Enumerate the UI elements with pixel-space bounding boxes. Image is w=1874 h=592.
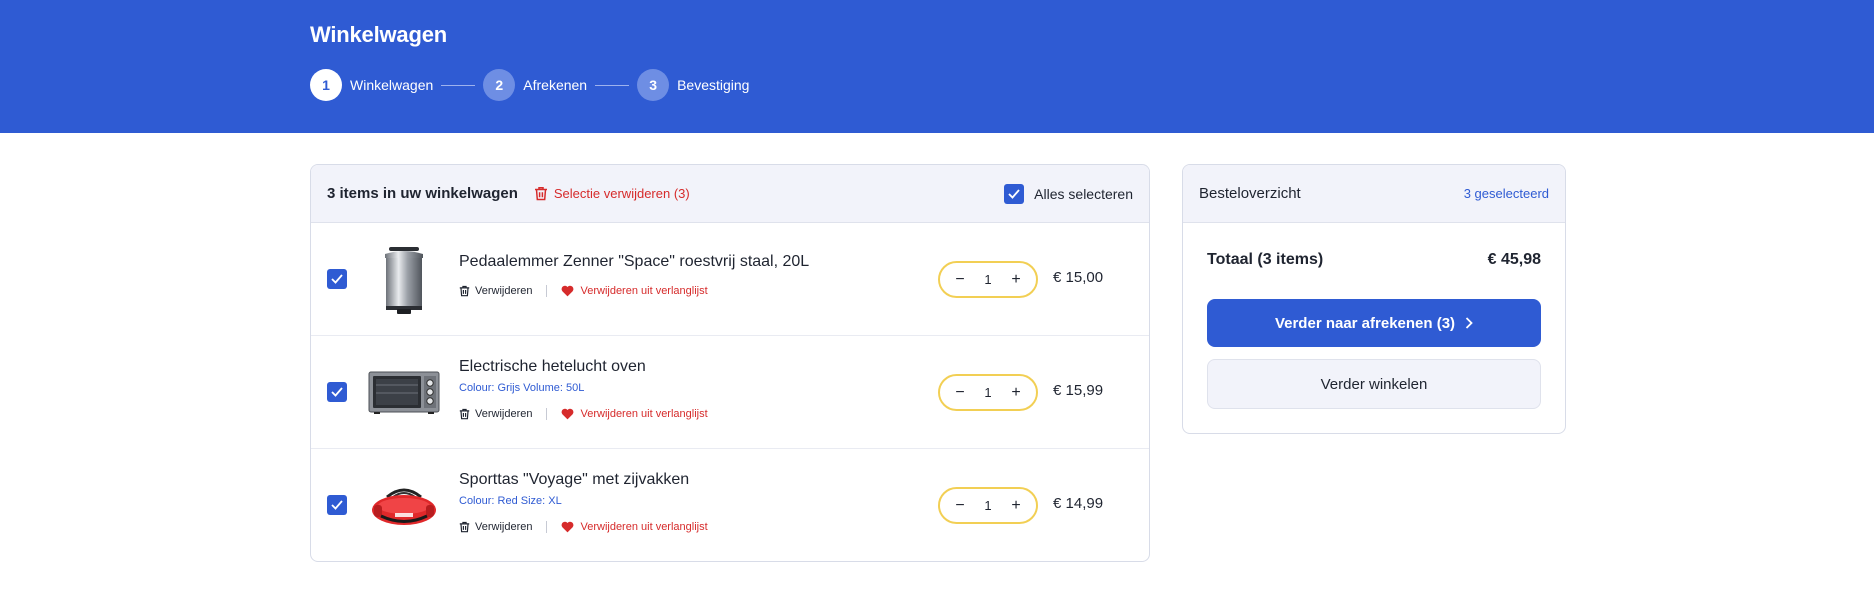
trash-icon [534, 187, 547, 201]
total-value: € 45,98 [1487, 251, 1541, 268]
heart-icon [562, 521, 574, 533]
item-actions: Verwijderen Verwijderen uit verlanglijst [459, 408, 708, 420]
cart-header: 3 items in uw winkelwagen Selectie verwi… [311, 165, 1149, 223]
checkmark-icon [1008, 188, 1020, 199]
item-variant: Colour: Grijs Volume: 50L [459, 382, 585, 394]
increase-quantity-button[interactable]: + [1006, 383, 1026, 403]
continue-shopping-button[interactable]: Verder winkelen [1207, 359, 1541, 409]
remove-selection-label: Selectie verwijderen (3) [553, 186, 690, 201]
item-variant: Colour: Red Size: XL [459, 495, 562, 507]
remove-item-label: Verwijderen [475, 285, 533, 297]
step-winkelwagen: 1 Winkelwagen [310, 69, 433, 101]
item-checkbox[interactable] [327, 382, 347, 402]
cart-count: 3 items in uw winkelwagen [327, 185, 518, 202]
wishlist-label: Verwijderen uit verlanglijst [580, 285, 708, 297]
total-row: Totaal (3 items) € 45,98 [1207, 251, 1541, 269]
action-divider [546, 285, 548, 297]
trash-icon [459, 521, 470, 533]
checkout-button-label: Verder naar afrekenen (3) [1274, 314, 1456, 332]
decrease-quantity-button[interactable]: − [950, 270, 970, 290]
wishlist-label: Verwijderen uit verlanglijst [580, 521, 708, 533]
wishlist-label: Verwijderen uit verlanglijst [580, 408, 708, 420]
checkout-steps: 1 Winkelwagen 2 Afrekenen 3 Bevestiging [310, 69, 749, 101]
step-bevestiging: 3 Bevestiging [637, 69, 749, 101]
item-actions: Verwijderen Verwijderen uit verlanglijst [459, 285, 708, 297]
step-number-1: 1 [310, 69, 342, 101]
cart-item: Electrische hetelucht oven Colour: Grijs… [311, 336, 1149, 449]
item-price: € 15,00 [1053, 269, 1104, 286]
item-name[interactable]: Electrische hetelucht oven [459, 358, 646, 376]
cart-item: Sporttas "Voyage" met zijvakken Colour: … [311, 449, 1149, 561]
checkout-button[interactable]: Verder naar afrekenen (3) [1207, 299, 1541, 347]
checkmark-icon [331, 387, 343, 397]
step-connector [441, 84, 476, 86]
continue-shopping-label: Verder winkelen [1320, 375, 1428, 393]
oven-icon [368, 371, 440, 414]
selected-count: 3 geselecteerd [1463, 186, 1549, 201]
item-name[interactable]: Sporttas "Voyage" met zijvakken [459, 471, 689, 489]
quantity-input[interactable] [973, 498, 1003, 513]
select-all-toggle[interactable]: Alles selecteren [1004, 183, 1133, 204]
remove-from-wishlist-button[interactable]: Verwijderen uit verlanglijst [561, 521, 708, 533]
select-all-label: Alles selecteren [1034, 185, 1133, 202]
remove-selection-button[interactable]: Selectie verwijderen (3) [534, 186, 690, 201]
quantity-stepper: − + [938, 374, 1038, 411]
item-price: € 14,99 [1053, 495, 1104, 512]
order-summary-panel: Besteloverzicht 3 geselecteerd Totaal (3… [1182, 164, 1566, 434]
remove-item-button[interactable]: Verwijderen [459, 408, 532, 420]
step-label-afrekenen: Afrekenen [523, 77, 588, 93]
heart-icon [562, 285, 574, 297]
select-all-checkbox[interactable] [1004, 183, 1025, 204]
trash-icon [459, 285, 470, 297]
step-number-2: 2 [483, 69, 516, 101]
remove-from-wishlist-button[interactable]: Verwijderen uit verlanglijst [561, 285, 708, 297]
quantity-stepper: − + [938, 261, 1038, 298]
item-actions: Verwijderen Verwijderen uit verlanglijst [459, 521, 708, 533]
step-connector [595, 84, 630, 86]
product-image-pedal-bin[interactable] [365, 241, 443, 319]
item-checkbox[interactable] [327, 269, 347, 289]
heart-icon [562, 408, 574, 420]
step-number-3: 3 [637, 69, 670, 101]
header-bar: Winkelwagen 1 Winkelwagen 2 Afrekenen 3 … [0, 0, 1874, 133]
decrease-quantity-button[interactable]: − [950, 383, 970, 403]
step-label-bevestiging: Bevestiging [677, 77, 750, 93]
remove-item-label: Verwijderen [475, 408, 533, 420]
increase-quantity-button[interactable]: + [1006, 270, 1026, 290]
item-checkbox[interactable] [327, 495, 347, 515]
sports-bag-icon [372, 488, 436, 525]
item-name[interactable]: Pedaalemmer Zenner "Space" roestvrij sta… [459, 253, 809, 271]
summary-title: Besteloverzicht [1199, 185, 1301, 202]
product-image-sports-bag[interactable] [365, 467, 443, 545]
checkmark-icon [331, 274, 343, 284]
chevron-right-icon [1465, 317, 1473, 329]
summary-header: Besteloverzicht 3 geselecteerd [1183, 165, 1565, 223]
remove-item-button[interactable]: Verwijderen [459, 521, 532, 533]
total-label: Totaal (3 items) [1207, 251, 1324, 268]
cart-item: Pedaalemmer Zenner "Space" roestvrij sta… [311, 223, 1149, 336]
page-title: Winkelwagen [310, 22, 447, 47]
step-afrekenen: 2 Afrekenen [483, 69, 587, 101]
action-divider [546, 521, 548, 533]
checkmark-icon [331, 500, 343, 510]
increase-quantity-button[interactable]: + [1006, 496, 1026, 516]
remove-item-button[interactable]: Verwijderen [459, 285, 532, 297]
item-price: € 15,99 [1053, 382, 1104, 399]
product-image-oven[interactable] [365, 354, 443, 432]
quantity-input[interactable] [973, 272, 1003, 287]
quantity-input[interactable] [973, 385, 1003, 400]
remove-item-label: Verwijderen [475, 521, 533, 533]
pedal-bin-icon [385, 247, 423, 314]
trash-icon [459, 408, 470, 420]
action-divider [546, 408, 548, 420]
step-label-winkelwagen: Winkelwagen [350, 77, 434, 93]
quantity-stepper: − + [938, 487, 1038, 524]
decrease-quantity-button[interactable]: − [950, 496, 970, 516]
cart-panel: 3 items in uw winkelwagen Selectie verwi… [310, 164, 1150, 562]
remove-from-wishlist-button[interactable]: Verwijderen uit verlanglijst [561, 408, 708, 420]
